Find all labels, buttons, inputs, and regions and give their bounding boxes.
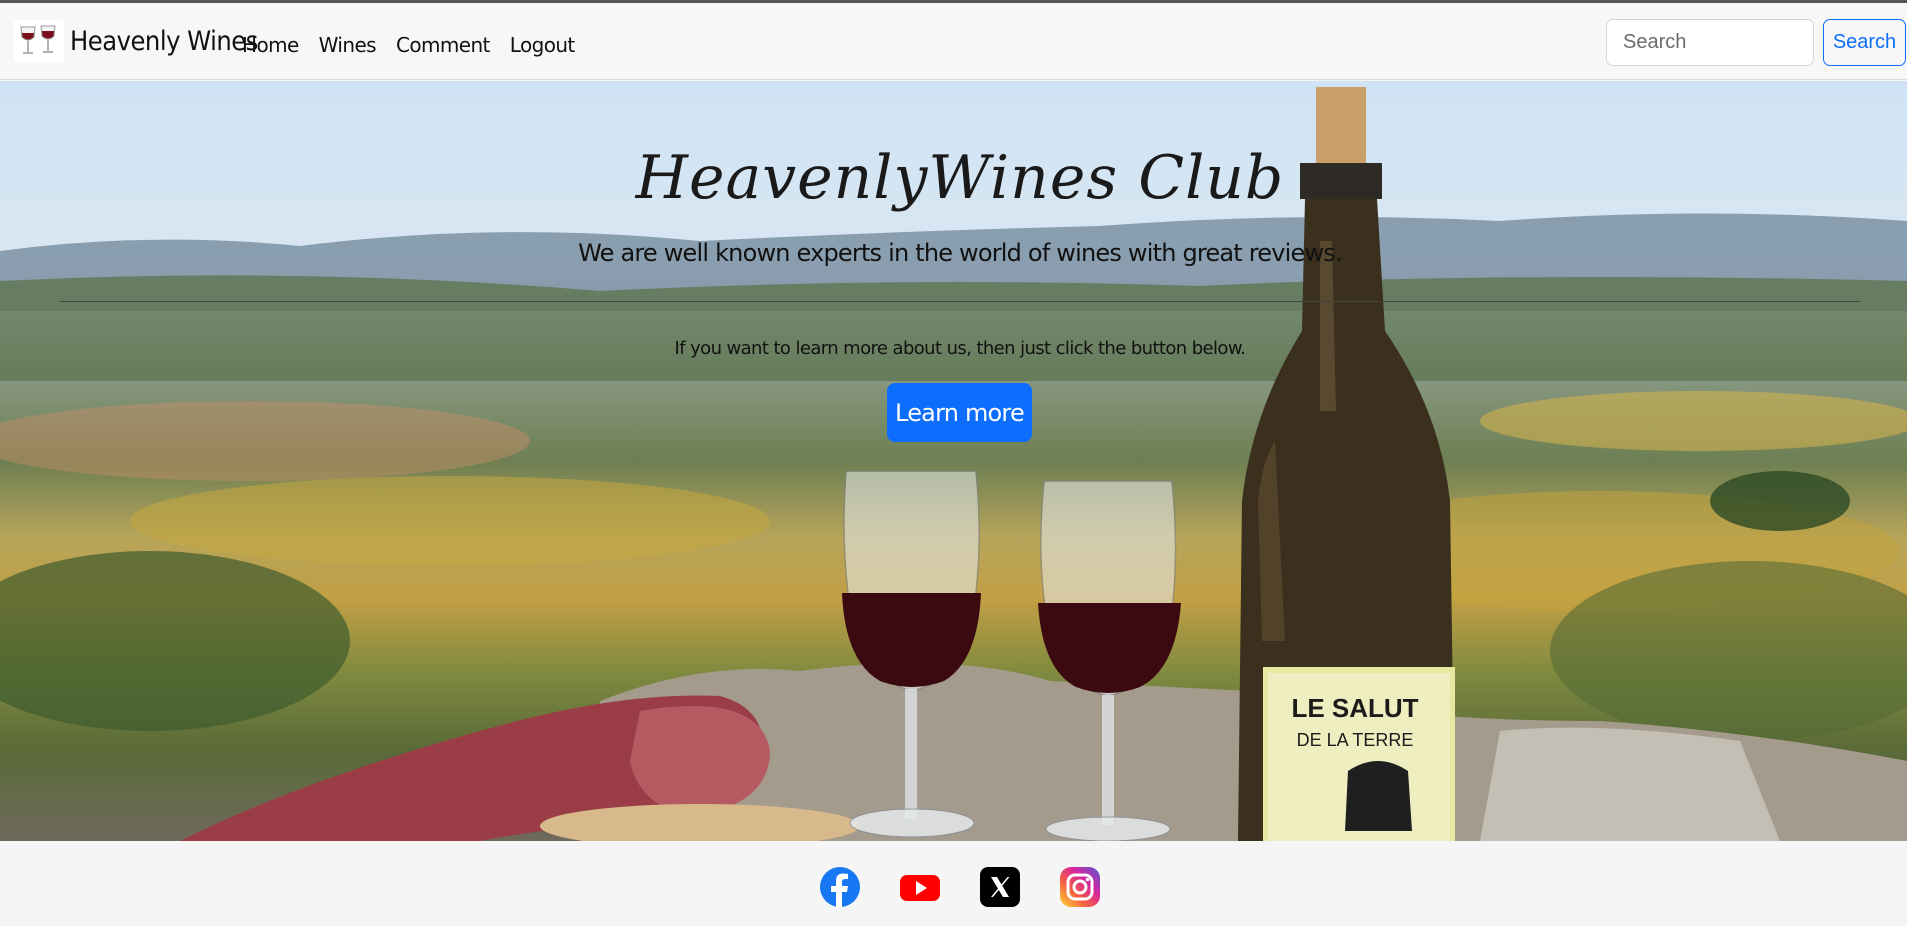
nav-comment[interactable]: Comment [396, 33, 490, 57]
facebook-icon[interactable] [819, 866, 861, 908]
wine-glasses-icon [14, 20, 64, 62]
nav-home[interactable]: Home [242, 33, 299, 57]
instagram-icon[interactable] [1059, 866, 1101, 908]
brand-link[interactable]: Heavenly Wines [14, 19, 258, 63]
learn-more-button[interactable]: Learn more [887, 383, 1032, 442]
navbar: Heavenly Wines Home Wines Comment Logout… [0, 3, 1907, 80]
hero-divider [60, 301, 1860, 302]
search-button[interactable]: Search [1823, 19, 1906, 66]
search-input[interactable] [1606, 19, 1814, 66]
brand-name: Heavenly Wines [70, 25, 258, 57]
hero-lead-text: If you want to learn more about us, then… [674, 338, 1246, 359]
nav-wines[interactable]: Wines [319, 33, 377, 57]
hero-subtitle: We are well known experts in the world o… [578, 239, 1342, 267]
hero-section: LE SALUT DE LA TERRE HeavenlyWines Club … [0, 81, 1907, 841]
bottle-label-text: LE SALUT [1291, 693, 1418, 723]
nav-links: Home Wines Comment Logout [242, 33, 575, 57]
footer [0, 844, 1907, 926]
nav-logout[interactable]: Logout [510, 33, 575, 57]
youtube-icon[interactable] [899, 866, 941, 908]
hero-title: HeavenlyWines Club [635, 143, 1285, 213]
bottle-label-subtext: DE LA TERRE [1297, 730, 1414, 750]
x-icon[interactable] [979, 866, 1021, 908]
